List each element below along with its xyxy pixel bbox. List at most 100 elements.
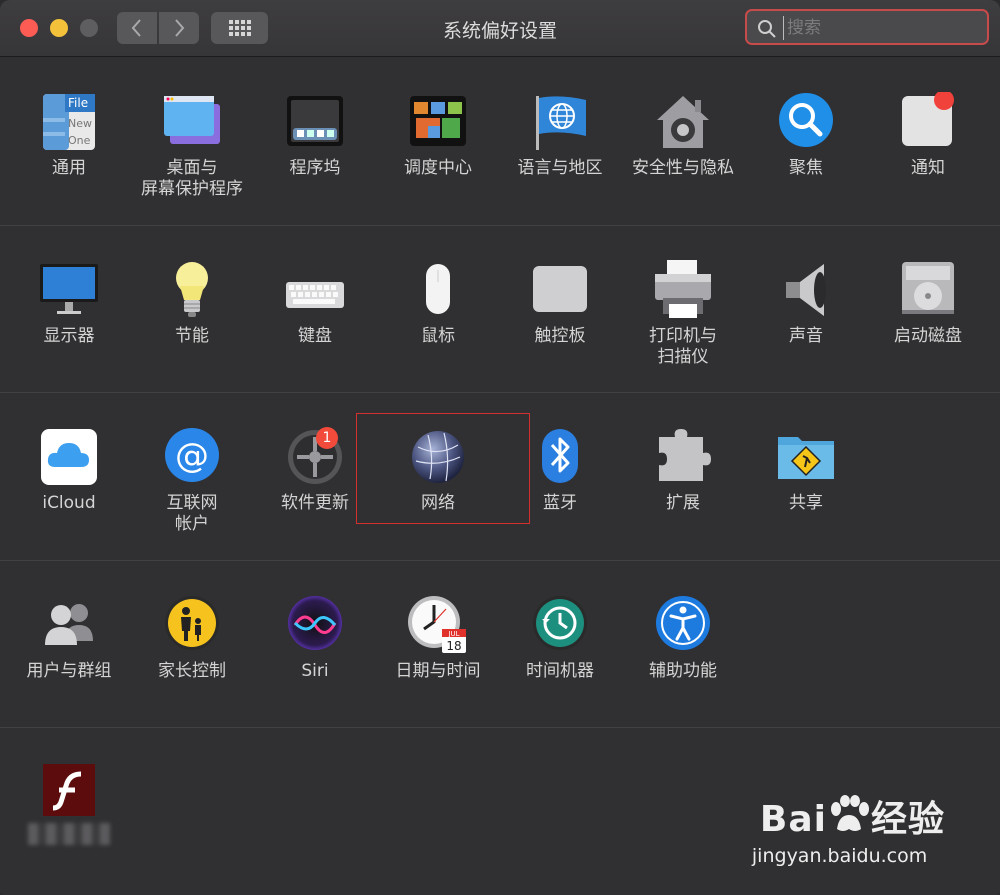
- svg-text:18: 18: [446, 639, 461, 653]
- highlight-box: [356, 413, 530, 524]
- displays-icon: [39, 260, 99, 320]
- pane-label: 扩展: [666, 493, 700, 513]
- notifications-icon: [898, 90, 958, 152]
- software-update-icon: 1: [285, 427, 345, 487]
- svg-text:File: File: [68, 96, 88, 110]
- row-divider: [0, 560, 1000, 561]
- pane-label: 键盘: [298, 326, 332, 346]
- pane-label: iCloud: [42, 493, 96, 513]
- watermark-suffix: 经验: [870, 799, 945, 840]
- keyboard-icon: [285, 260, 345, 320]
- mouse-icon: [408, 260, 468, 320]
- pane-label: 通知: [911, 158, 945, 178]
- search-field[interactable]: [745, 9, 989, 45]
- pane-displays[interactable]: 显示器: [9, 260, 129, 347]
- pane-sound[interactable]: 声音: [746, 260, 866, 347]
- pane-printer-scanner[interactable]: 打印机与 扫描仪: [623, 260, 743, 368]
- pane-users-groups[interactable]: 用户与群组: [9, 595, 129, 682]
- sharing-icon: [776, 427, 836, 487]
- printer-scanner-icon: [653, 260, 713, 320]
- svg-text:JUL: JUL: [447, 630, 459, 638]
- pane-date-time[interactable]: JUL 18 日期与时间: [378, 595, 498, 682]
- blurred-label: [28, 823, 110, 845]
- row-divider: [0, 225, 1000, 226]
- watermark-brand: Bai: [759, 799, 827, 840]
- mission-control-icon: [408, 92, 468, 152]
- pane-label: 聚焦: [789, 158, 823, 178]
- pane-extensions[interactable]: 扩展: [623, 427, 743, 514]
- svg-text:New: New: [68, 117, 92, 130]
- pane-time-machine[interactable]: 时间机器: [500, 595, 620, 682]
- time-machine-icon: [530, 595, 590, 655]
- pane-keyboard[interactable]: 键盘: [255, 260, 375, 347]
- pane-energy-saver[interactable]: 节能: [132, 260, 252, 347]
- pane-internet-accounts[interactable]: @ 互联网 帐户: [132, 427, 252, 535]
- accessibility-icon: [653, 595, 713, 655]
- date-time-icon: JUL 18: [408, 595, 468, 655]
- pane-label: 语言与地区: [517, 158, 603, 178]
- siri-icon: [285, 595, 345, 655]
- pane-language-region[interactable]: 语言与地区: [500, 92, 620, 179]
- spotlight-icon: [776, 92, 836, 152]
- pane-notifications[interactable]: 通知: [868, 90, 988, 179]
- trackpad-icon: [530, 260, 590, 320]
- pane-spotlight[interactable]: 聚焦: [746, 92, 866, 179]
- update-count-badge: 1: [316, 427, 338, 449]
- pane-label: 鼠标: [421, 326, 455, 346]
- dock-icon: [285, 92, 345, 152]
- sound-icon: [776, 260, 836, 320]
- startup-disk-icon: [898, 260, 958, 320]
- pane-label: 互联网 帐户: [166, 493, 218, 534]
- pane-label: 时间机器: [526, 661, 594, 681]
- pane-label: Siri: [301, 661, 329, 681]
- internet-accounts-icon: @: [162, 427, 222, 487]
- pane-label: 调度中心: [404, 158, 472, 178]
- pane-mission-control[interactable]: 调度中心: [378, 92, 498, 179]
- row-divider: [0, 727, 1000, 728]
- pane-label: 打印机与 扫描仪: [649, 326, 717, 367]
- pane-label: 通用: [52, 158, 86, 178]
- pane-flash-player[interactable]: [9, 762, 129, 828]
- pane-desktop-screensaver[interactable]: 桌面与 屏幕保护程序: [132, 92, 252, 200]
- pane-general[interactable]: File New One 通用: [9, 92, 129, 179]
- pane-label: 用户与群组: [26, 661, 112, 681]
- pane-sharing[interactable]: 共享: [746, 427, 866, 514]
- users-groups-icon: [39, 595, 99, 655]
- search-icon: [758, 20, 776, 38]
- svg-text:@: @: [175, 436, 209, 476]
- pane-startup-disk[interactable]: 启动磁盘: [868, 260, 988, 347]
- pane-label: 启动磁盘: [894, 326, 962, 346]
- titlebar: 系统偏好设置: [0, 0, 1000, 57]
- pane-trackpad[interactable]: 触控板: [500, 260, 620, 347]
- row-divider: [0, 392, 1000, 393]
- pane-label: 显示器: [43, 326, 95, 346]
- pane-label: 安全性与隐私: [632, 158, 734, 178]
- language-region-icon: [530, 92, 590, 152]
- watermark-url: jingyan.baidu.com: [751, 845, 928, 867]
- pane-security-privacy[interactable]: 安全性与隐私: [623, 92, 743, 179]
- pane-label: 桌面与 屏幕保护程序: [141, 158, 243, 199]
- pane-label: 共享: [789, 493, 823, 513]
- pane-label: 家长控制: [158, 661, 226, 681]
- pane-siri[interactable]: Siri: [255, 595, 375, 682]
- svg-text:One: One: [68, 134, 91, 147]
- pane-accessibility[interactable]: 辅助功能: [623, 595, 743, 682]
- energy-saver-icon: [162, 260, 222, 320]
- system-preferences-window: 系统偏好设置 File New One 通用: [0, 0, 1000, 895]
- pane-parental-controls[interactable]: 家长控制: [132, 595, 252, 682]
- paw-icon: [830, 795, 869, 831]
- bluetooth-icon: [530, 427, 590, 487]
- pane-icloud[interactable]: iCloud: [9, 427, 129, 514]
- pane-dock[interactable]: 程序坞: [255, 92, 375, 179]
- search-input[interactable]: [783, 16, 985, 40]
- general-icon: File New One: [39, 92, 99, 152]
- pane-label: 日期与时间: [395, 661, 481, 681]
- icloud-icon: [39, 427, 99, 487]
- pane-label: 节能: [175, 326, 209, 346]
- extensions-icon: [653, 427, 713, 487]
- desktop-screensaver-icon: [162, 92, 222, 152]
- pane-mouse[interactable]: 鼠标: [378, 260, 498, 347]
- pane-label: 声音: [789, 326, 823, 346]
- parental-controls-icon: [162, 595, 222, 655]
- pane-label: 辅助功能: [649, 661, 717, 681]
